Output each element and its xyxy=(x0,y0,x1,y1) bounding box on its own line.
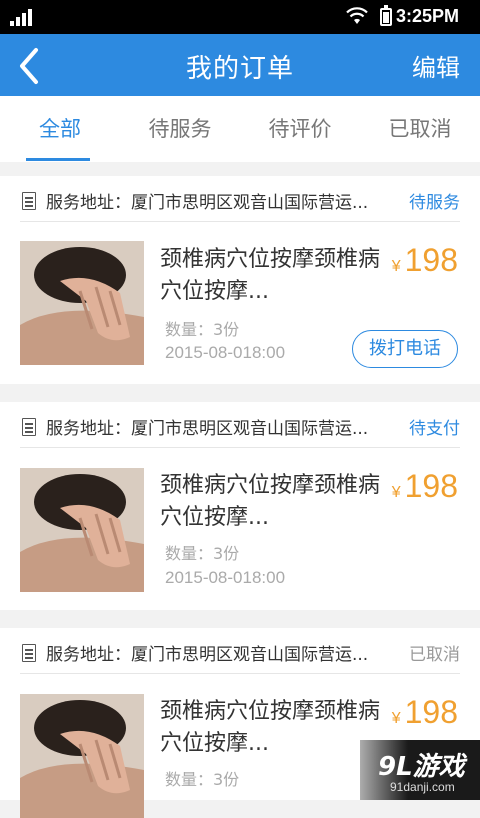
status-time: 3:25PM xyxy=(396,6,460,26)
order-date: 2015-08-018:00 xyxy=(165,343,286,362)
order-tabs: 全部 待服务 待评价 已取消 xyxy=(0,96,480,162)
price-amount: 198 xyxy=(404,468,458,504)
service-address: 服务地址：厦门市思明区观音山国际营运... xyxy=(46,193,369,213)
order-card[interactable]: 服务地址：厦门市思明区观音山国际营运... 待服务 颈椎病穴位按摩颈椎病穴位按摩… xyxy=(0,176,480,384)
order-date: 2015-08-018:00 xyxy=(165,568,286,587)
currency-symbol: ¥ xyxy=(391,258,401,275)
order-quantity: 数量：3份 xyxy=(165,544,240,563)
order-price: ¥198 xyxy=(392,242,458,279)
order-header: 服务地址：厦门市思明区观音山国际营运... 待支付 xyxy=(20,402,460,448)
product-image xyxy=(20,241,144,365)
page-title: 我的订单 xyxy=(185,54,294,84)
product-image xyxy=(20,694,144,818)
price-amount: 198 xyxy=(404,242,458,278)
tab-cancelled[interactable]: 已取消 xyxy=(360,96,480,162)
tab-all[interactable]: 全部 xyxy=(0,96,120,162)
status-bar: 3:25PM xyxy=(0,0,480,34)
wifi-icon xyxy=(346,7,368,24)
edit-button[interactable]: 编辑 xyxy=(412,48,460,83)
order-quantity: 数量：3份 xyxy=(165,320,240,339)
order-status: 已取消 xyxy=(409,645,460,665)
product-name: 颈椎病穴位按摩颈椎病穴位按摩... xyxy=(160,699,381,756)
document-icon xyxy=(22,644,36,662)
service-address: 服务地址：厦门市思明区观音山国际营运... xyxy=(46,419,369,439)
watermark: 9L游戏 91danji.com xyxy=(360,740,480,800)
product-image xyxy=(20,468,144,592)
currency-symbol: ¥ xyxy=(391,484,401,501)
order-header: 服务地址：厦门市思明区观音山国际营运... 已取消 xyxy=(20,628,460,674)
currency-symbol: ¥ xyxy=(391,710,401,727)
tab-pending-service[interactable]: 待服务 xyxy=(120,96,240,162)
call-phone-button[interactable]: 拨打电话 xyxy=(352,330,458,368)
order-quantity: 数量：3份 xyxy=(165,770,240,789)
active-tab-indicator xyxy=(26,158,90,161)
order-header: 服务地址：厦门市思明区观音山国际营运... 待服务 xyxy=(20,176,460,222)
order-price: ¥198 xyxy=(392,468,458,505)
app-header: 我的订单 编辑 xyxy=(0,34,480,96)
product-name: 颈椎病穴位按摩颈椎病穴位按摩... xyxy=(160,473,381,530)
order-card[interactable]: 服务地址：厦门市思明区观音山国际营运... 待支付 颈椎病穴位按摩颈椎病穴位按摩… xyxy=(0,402,480,610)
price-amount: 198 xyxy=(404,694,458,730)
watermark-site: 91danji.com xyxy=(390,780,455,794)
document-icon xyxy=(22,418,36,436)
service-address: 服务地址：厦门市思明区观音山国际营运... xyxy=(46,645,369,665)
battery-icon xyxy=(380,5,392,26)
order-status: 待支付 xyxy=(409,419,460,439)
watermark-brand: 9L游戏 xyxy=(378,752,465,782)
order-price: ¥198 xyxy=(392,694,458,731)
document-icon xyxy=(22,192,36,210)
signal-bars-icon xyxy=(10,8,36,26)
product-name: 颈椎病穴位按摩颈椎病穴位按摩... xyxy=(160,247,381,304)
tab-pending-review[interactable]: 待评价 xyxy=(240,96,360,162)
order-status: 待服务 xyxy=(409,193,460,213)
